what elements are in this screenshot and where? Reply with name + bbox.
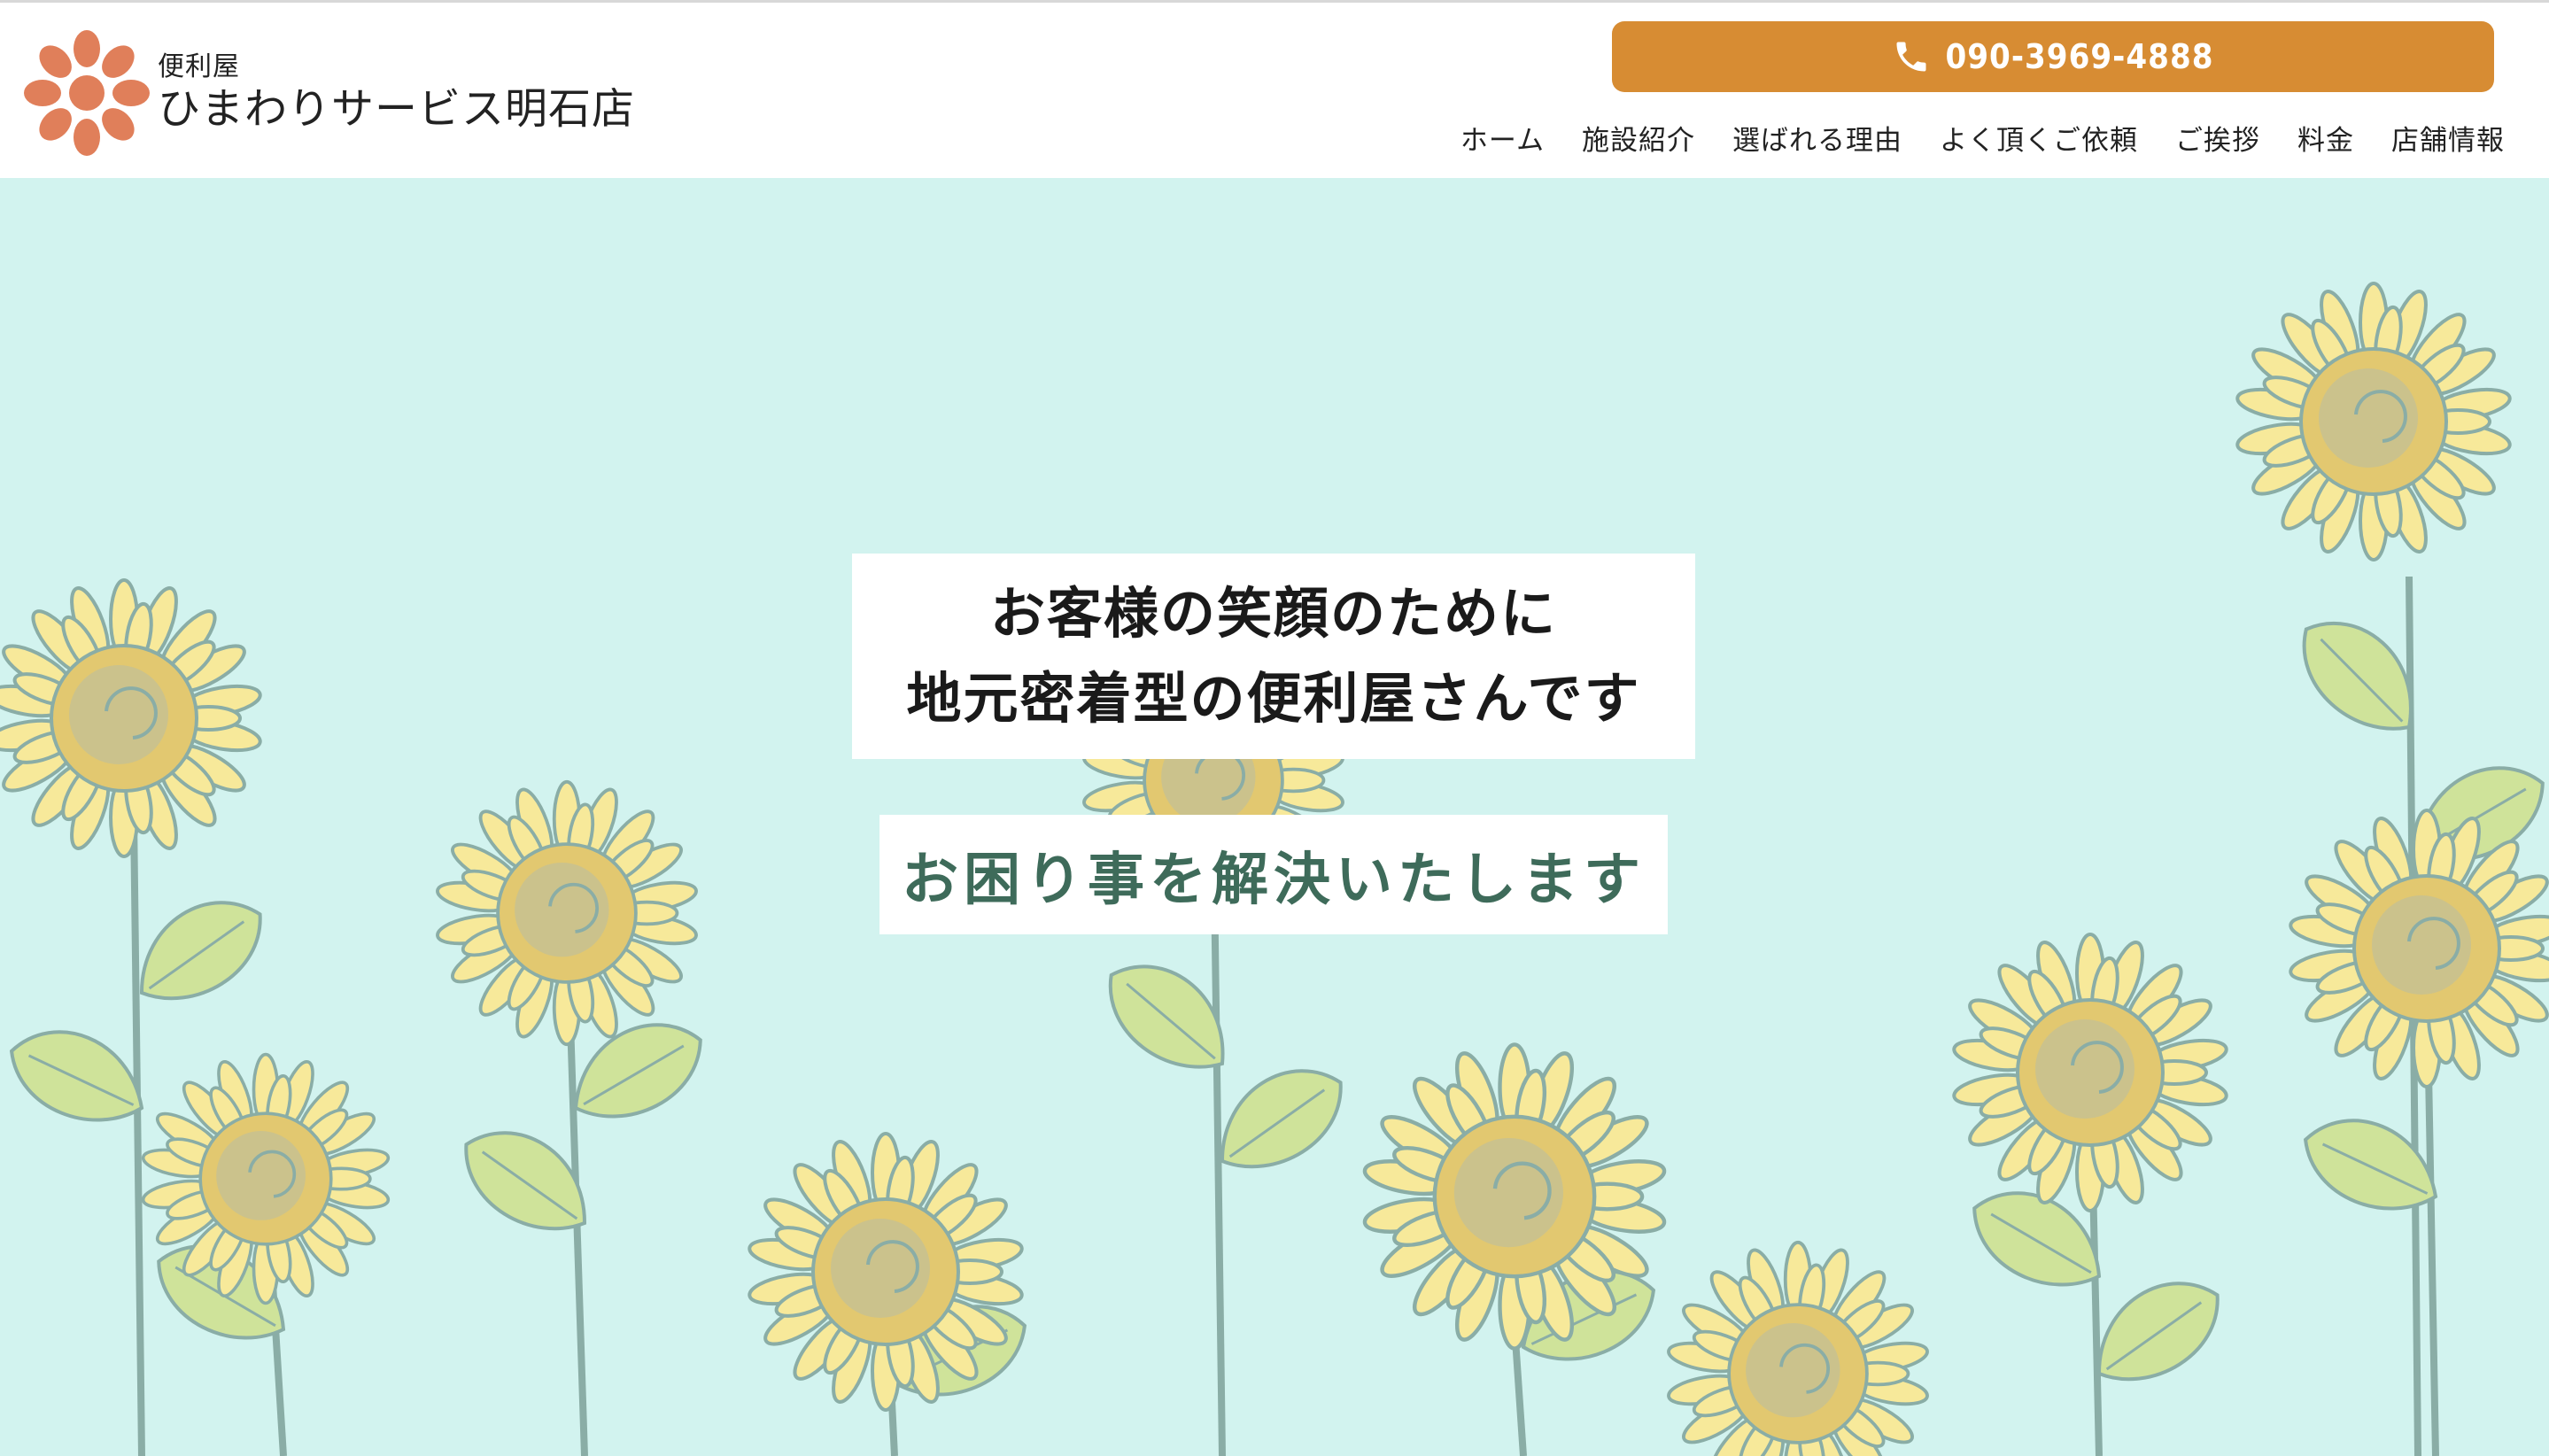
hero-section: お客様の笑顔のために 地元密着型の便利屋さんです お困り事を解決いたします (0, 178, 2549, 1456)
nav-greeting[interactable]: ご挨拶 (2175, 118, 2260, 158)
hero-headline-line-1: お客様の笑顔のために (989, 581, 1557, 646)
hero-subheadline: お困り事を解決いたします (902, 847, 1646, 913)
hero-headline-box: お客様の笑顔のために 地元密着型の便利屋さんです (852, 554, 1695, 759)
brand-subtitle: 便利屋 (158, 51, 240, 82)
nav-facilities[interactable]: 施設紹介 (1582, 118, 1695, 158)
sunflower-logo-icon[interactable] (23, 29, 151, 157)
hero-headline-line-2: 地元密着型の便利屋さんです (906, 666, 1641, 731)
nav-home[interactable]: ホーム (1460, 118, 1545, 158)
nav-pricing[interactable]: 料金 (2297, 118, 2354, 158)
brand-name[interactable]: ひまわりサービス明石店 (158, 86, 635, 133)
phone-icon (1896, 42, 1926, 72)
nav-store-info[interactable]: 店舗情報 (2391, 118, 2505, 158)
nav-reasons[interactable]: 選ばれる理由 (1732, 118, 1902, 158)
nav-common-requests[interactable]: よく頂くご依頼 (1940, 118, 2138, 158)
phone-call-button[interactable]: 090-3969-4888 (1612, 21, 2494, 92)
global-nav: ホーム 施設紹介 選ばれる理由 よく頂くご依頼 ご挨拶 料金 店舗情報 (1423, 118, 2505, 158)
phone-number: 090-3969-4888 (1945, 37, 2214, 76)
hero-subheadline-box: お困り事を解決いたします (879, 815, 1668, 934)
site-header: 便利屋 ひまわりサービス明石店 090-3969-4888 ホーム 施設紹介 選… (0, 0, 2549, 178)
